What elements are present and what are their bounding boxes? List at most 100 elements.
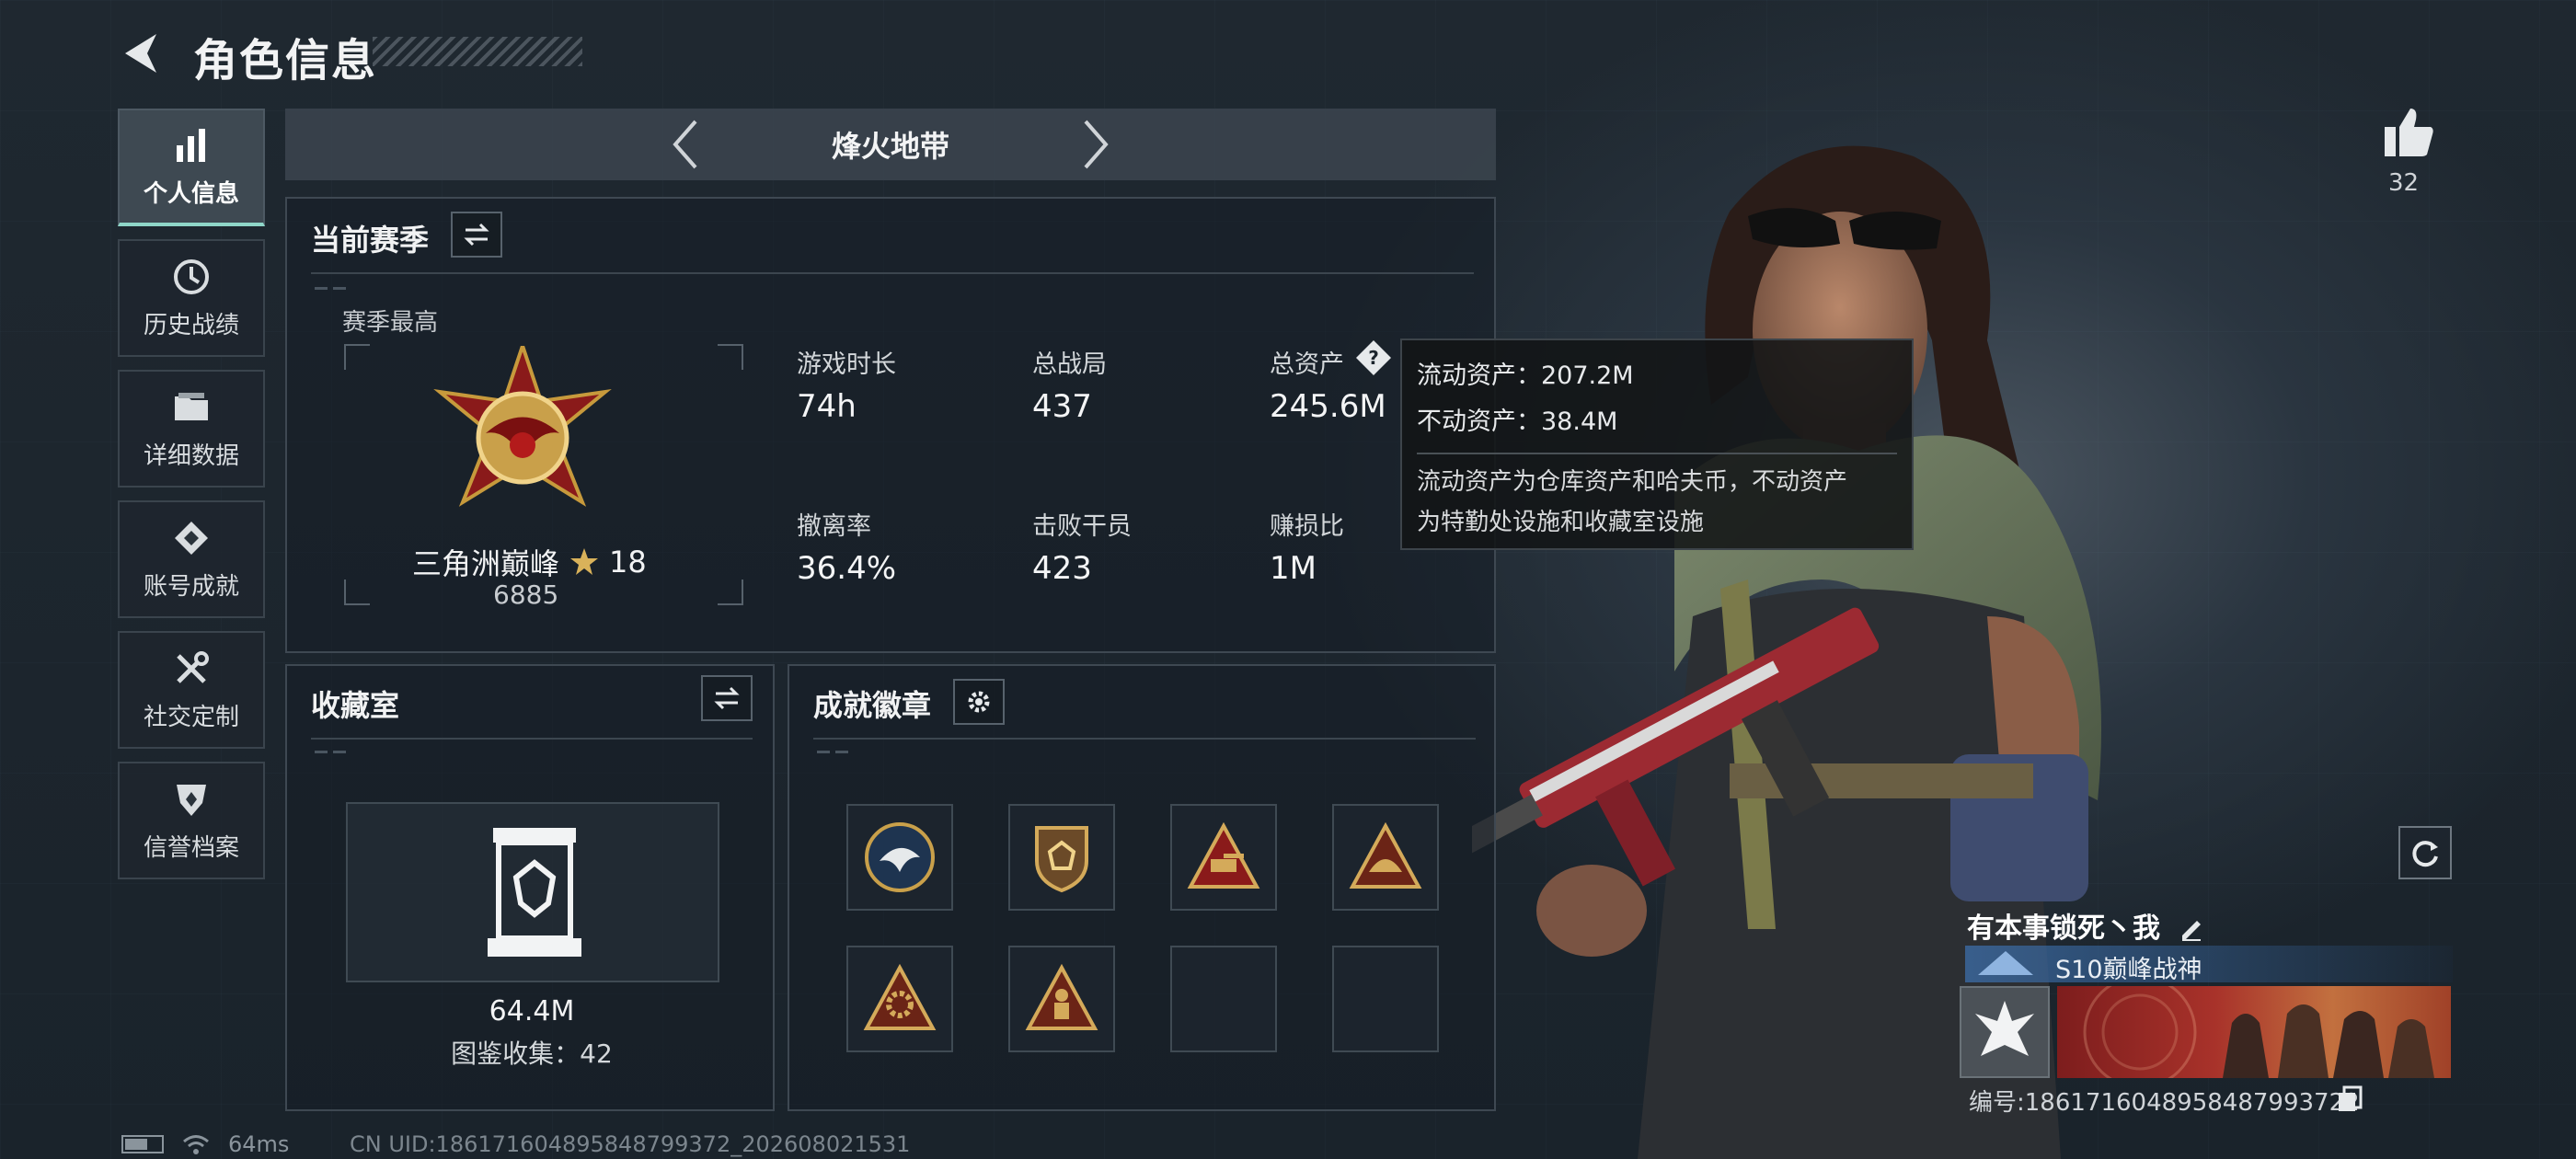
collection-panel[interactable]: 收藏室 64.4M 图鉴收集：42 (285, 664, 775, 1111)
tank-badge-icon (1187, 822, 1260, 889)
rank-emblem-icon (433, 346, 612, 507)
badge-slot[interactable] (846, 804, 953, 911)
badge-slot[interactable] (1008, 946, 1115, 1052)
like-button[interactable] (2379, 103, 2438, 162)
gear-icon (968, 691, 990, 713)
sidebar-item-achievements[interactable]: 账号成就 (118, 500, 265, 618)
wifi-icon (183, 1135, 209, 1154)
helmet-badge-icon (1349, 822, 1422, 889)
mode-label: 烽火地带 (831, 129, 949, 164)
chevron-left-icon (673, 120, 697, 169)
rank-name: 三角洲巅峰 (412, 546, 560, 581)
current-season-panel: 当前赛季 赛季最高 三角洲巅峰 18 6885 游戏时长 74h 总战局 437… (285, 197, 1496, 653)
title-decoration (373, 37, 582, 66)
back-button[interactable] (118, 28, 164, 79)
badge-slot-empty[interactable] (1332, 946, 1439, 1052)
badge-slot[interactable] (1332, 804, 1439, 911)
collection-divider (311, 738, 753, 740)
sidebar-item-personal-info[interactable]: 个人信息 (118, 109, 265, 226)
card-banner[interactable] (2057, 986, 2451, 1078)
shield-icon (177, 784, 206, 816)
stat-label: 总资产 (1270, 350, 1344, 379)
decor-marks (315, 287, 370, 296)
refresh-icon (2412, 841, 2438, 867)
bracket-tr (718, 344, 743, 370)
sidebar-item-label: 社交定制 (143, 703, 239, 731)
badge-slot[interactable] (1008, 804, 1115, 911)
player-name-row: 有本事锁死丶我 (1967, 905, 2204, 946)
tools-icon (177, 650, 209, 683)
asset-tooltip: 流动资产：207.2M 不动资产：38.4M 流动资产为仓库资产和哈夫币，不动资… (1400, 339, 1914, 550)
gear-badge-icon (863, 964, 937, 1030)
player-name: 有本事锁死丶我 (1967, 912, 2160, 945)
title-emblem-icon (1978, 951, 2033, 975)
ping-value: 64ms (228, 1131, 290, 1157)
status-bar: 64ms (121, 1131, 289, 1157)
badge-slot[interactable] (846, 946, 953, 1052)
badge-slot-empty[interactable] (1170, 946, 1277, 1052)
edit-icon[interactable] (2179, 915, 2204, 941)
stat-value: 1M (1270, 550, 1317, 587)
tooltip-fixed-assets: 不动资产：38.4M (1417, 407, 1618, 436)
folder-icon (175, 392, 208, 420)
swap-icon (714, 686, 740, 710)
sidebar: 个人信息 历史战绩 详细数据 账号成就 社交定制 信誉档案 (118, 109, 267, 892)
stat-value: 423 (1032, 550, 1092, 587)
like-count: 32 (2388, 169, 2420, 197)
stat-label: 击败干员 (1032, 512, 1132, 541)
sidebar-item-label: 个人信息 (143, 179, 239, 208)
stat-value: 437 (1032, 388, 1092, 425)
help-button[interactable]: ? (1354, 339, 1393, 377)
season-divider (311, 272, 1474, 274)
svg-text:?: ? (1368, 347, 1379, 369)
question-icon: ? (1356, 340, 1391, 375)
phoenix-emblem-icon (1975, 1001, 2034, 1056)
bracket-tl (344, 344, 370, 370)
sidebar-item-label: 历史战绩 (143, 311, 239, 339)
card-emblem[interactable] (1960, 986, 2050, 1078)
stat-label: 撤离率 (797, 512, 871, 541)
stat-label: 赚损比 (1270, 512, 1344, 541)
tooltip-separator (1417, 453, 1897, 454)
mode-prev-button[interactable] (666, 117, 703, 172)
uid-text: CN UID:186171604895848799372_20260802153… (350, 1131, 911, 1157)
refresh-button[interactable] (2398, 826, 2452, 879)
bar-chart-icon (177, 128, 205, 162)
stat-value: 245.6M (1270, 388, 1386, 425)
copy-icon[interactable] (2337, 1085, 2363, 1113)
badges-divider (813, 738, 1476, 740)
chevron-right-icon (1084, 120, 1109, 169)
sidebar-item-reputation[interactable]: 信誉档案 (118, 762, 265, 879)
badges-title: 成就徽章 (813, 688, 932, 723)
sidebar-item-detailed-data[interactable]: 详细数据 (118, 370, 265, 488)
achievement-icon (175, 521, 208, 555)
bracket-br (718, 580, 743, 605)
mode-selector: 烽火地带 (285, 109, 1496, 180)
badge-slot[interactable] (1170, 804, 1277, 911)
shield-badge-icon (1035, 826, 1088, 893)
mode-next-button[interactable] (1078, 117, 1115, 172)
stat-value: 36.4% (797, 550, 897, 587)
collection-catalog: 图鉴收集：42 (451, 1039, 613, 1069)
stat-label: 游戏时长 (797, 350, 896, 379)
collection-title: 收藏室 (311, 688, 400, 723)
decor-marks (315, 751, 370, 760)
rank-row: 三角洲巅峰 18 (412, 541, 647, 583)
battery-icon (121, 1135, 164, 1153)
collection-switch-button[interactable] (701, 675, 753, 721)
swap-icon (464, 223, 489, 247)
bracket-bl (344, 580, 370, 605)
decor-marks (817, 751, 872, 760)
sidebar-item-label: 信誉档案 (143, 833, 239, 862)
soldier-badge-icon (1025, 964, 1098, 1030)
season-switch-button[interactable] (451, 212, 502, 258)
sidebar-item-social[interactable]: 社交定制 (118, 631, 265, 749)
sidebar-item-label: 账号成就 (143, 572, 239, 601)
clock-icon (174, 258, 209, 294)
rank-score: 6885 (493, 580, 559, 610)
tooltip-liquid-assets: 流动资产：207.2M (1417, 361, 1634, 390)
rank-stars: 18 (609, 545, 647, 580)
tooltip-description-1: 流动资产为仓库资产和哈夫币，不动资产 (1417, 468, 1848, 496)
badges-settings-button[interactable] (953, 679, 1005, 725)
sidebar-item-history[interactable]: 历史战绩 (118, 239, 265, 357)
